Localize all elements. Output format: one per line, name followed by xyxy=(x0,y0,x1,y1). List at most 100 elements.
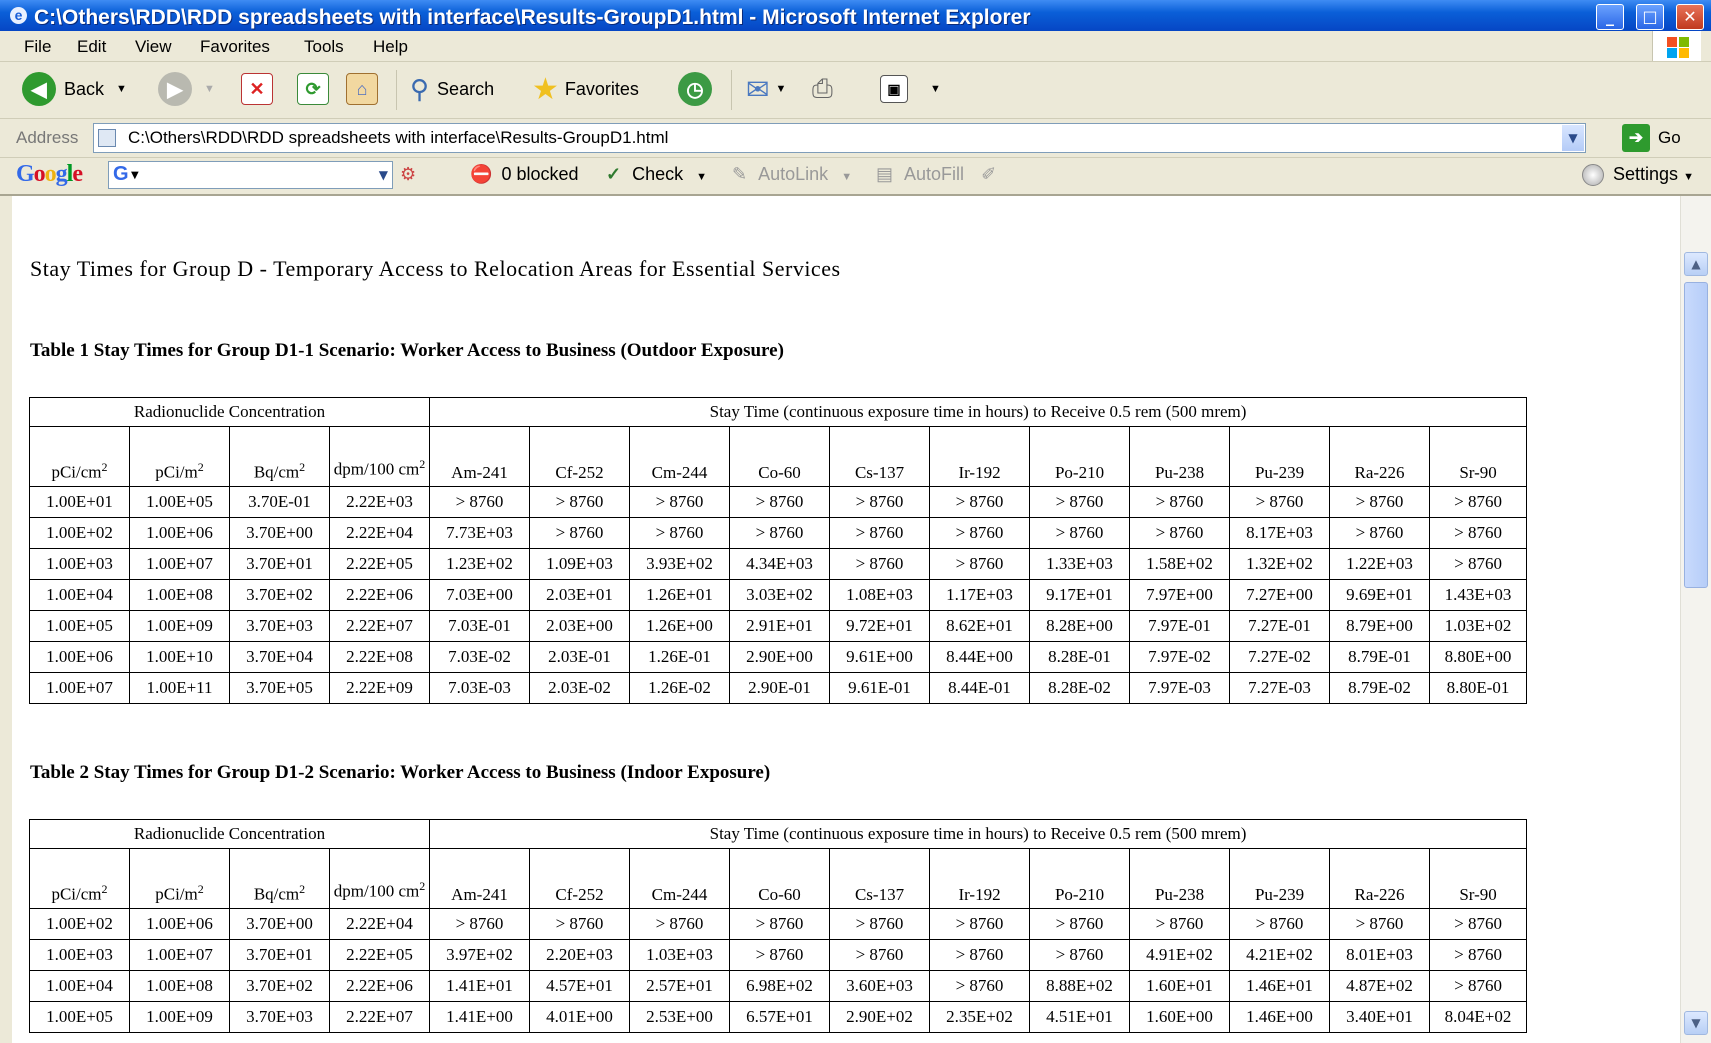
table-cell: 3.03E+02 xyxy=(729,579,831,611)
mail-dropdown-icon[interactable]: ▼ xyxy=(775,83,786,95)
unit-exponent: 2 xyxy=(101,882,108,897)
table-cell: 3.97E+02 xyxy=(429,939,531,971)
google-search-web-icon[interactable]: ⚙ xyxy=(400,164,416,185)
table-cell: > 8760 xyxy=(929,970,1031,1002)
popup-blocker-button[interactable]: ⛔ 0 blocked xyxy=(470,164,579,185)
table-cell: 2.57E+01 xyxy=(629,970,731,1002)
forward-button[interactable]: ▶ ▼ xyxy=(158,72,215,106)
spell-check-button[interactable]: ✓ Check ▼ xyxy=(606,164,707,185)
table-cell: 4.57E+01 xyxy=(529,970,631,1002)
table-cell: 1.00E+04 xyxy=(29,970,130,1002)
nuclide-header: Po-210 xyxy=(1029,848,1131,909)
table-cell: 3.70E+01 xyxy=(229,548,330,580)
stop-button[interactable]: ✕ xyxy=(241,72,273,106)
table-cell: 1.00E+10 xyxy=(129,641,230,673)
autofill-button[interactable]: ▤ AutoFill ✐ xyxy=(876,164,996,185)
go-button[interactable]: ➔ Go xyxy=(1622,123,1681,153)
menu-favorites[interactable]: Favorites xyxy=(200,37,270,57)
minimize-button[interactable]: _ xyxy=(1596,4,1624,30)
table-cell: 2.03E-02 xyxy=(529,672,631,704)
table-cell: 1.09E+03 xyxy=(529,548,631,580)
check-dropdown-icon[interactable]: ▼ xyxy=(696,171,707,183)
mail-button[interactable]: ✉ ▼ xyxy=(746,72,786,106)
nuclide-header: Co-60 xyxy=(729,848,831,909)
autolink-dropdown-icon[interactable]: ▼ xyxy=(841,171,852,183)
home-button[interactable]: ⌂ xyxy=(346,72,378,106)
table-cell: 3.70E+04 xyxy=(229,641,330,673)
favorites-star-icon: ★ xyxy=(532,72,559,106)
address-dropdown-icon[interactable]: ▼ xyxy=(1562,125,1584,151)
nuclide-header: Co-60 xyxy=(729,426,831,487)
print-button[interactable]: ⎙ xyxy=(812,72,833,106)
table-cell: 1.03E+02 xyxy=(1429,610,1528,642)
address-value: C:\Others\RDD\RDD spreadsheets with inte… xyxy=(128,128,669,147)
table-cell: 1.22E+03 xyxy=(1329,548,1431,580)
stay-times-table-1: Radionuclide Concentration Stay Time (con… xyxy=(28,397,1528,704)
table-cell: 7.73E+03 xyxy=(429,517,531,549)
scroll-up-button[interactable]: ▲ xyxy=(1684,252,1708,276)
edit-dropdown-icon[interactable]: ▼ xyxy=(930,83,941,95)
table-cell: 4.87E+02 xyxy=(1329,970,1431,1002)
google-engine-dropdown-icon[interactable]: ▼ xyxy=(131,170,139,181)
page-icon xyxy=(98,129,116,147)
unit-header: pCi/m2 xyxy=(129,848,230,909)
table-cell: 1.00E+11 xyxy=(129,672,230,704)
back-dropdown-icon[interactable]: ▼ xyxy=(116,83,127,95)
search-button[interactable]: ⚲ Search xyxy=(410,72,494,106)
table-cell: > 8760 xyxy=(929,908,1031,940)
menu-tools[interactable]: Tools xyxy=(304,37,344,57)
edit-document-icon: ▣ xyxy=(880,75,908,103)
menu-view[interactable]: View xyxy=(135,37,172,57)
favorites-button[interactable]: ★ Favorites xyxy=(532,72,639,106)
settings-label: Settings xyxy=(1613,164,1679,184)
nuclide-header: Am-241 xyxy=(429,848,531,909)
unit-header: Bq/cm2 xyxy=(229,426,330,487)
google-search-input[interactable]: G ▼ ▼ xyxy=(108,161,393,189)
unit-header: dpm/100 cm2 xyxy=(328,848,431,909)
nuclide-header: Cf-252 xyxy=(529,426,631,487)
table-cell: 3.70E+00 xyxy=(229,908,330,940)
vertical-scrollbar[interactable]: ▲ ▼ xyxy=(1680,196,1711,1043)
refresh-button[interactable]: ⟳ xyxy=(297,72,329,106)
back-label: Back xyxy=(64,78,105,99)
table-cell: 3.40E+01 xyxy=(1329,1001,1431,1033)
unit-label: Bq/cm xyxy=(253,463,300,482)
home-icon: ⌂ xyxy=(346,73,378,105)
google-settings-button[interactable]: Settings ▼ xyxy=(1582,164,1694,187)
close-button[interactable]: ✕ xyxy=(1676,4,1704,30)
unit-exponent: 2 xyxy=(419,879,426,894)
table-row: 1.00E+02 1.00E+06 3.70E+00 2.22E+04 > 8760 > … xyxy=(29,908,1528,940)
table-cell: 1.00E+09 xyxy=(129,1001,230,1033)
menu-edit[interactable]: Edit xyxy=(77,37,106,57)
google-logo[interactable]: Google xyxy=(16,161,83,188)
table-cell: 2.22E+06 xyxy=(328,579,431,611)
scroll-down-button[interactable]: ▼ xyxy=(1684,1011,1708,1035)
unit-label: Bq/cm xyxy=(253,885,300,904)
table-cell: 1.03E+03 xyxy=(629,939,731,971)
scroll-thumb[interactable] xyxy=(1684,282,1708,588)
address-input[interactable]: C:\Others\RDD\RDD spreadsheets with inte… xyxy=(93,123,1586,153)
spell-check-label: Check xyxy=(632,164,684,184)
table-row: 1.00E+07 1.00E+11 3.70E+05 2.22E+09 7.03E-03… xyxy=(29,672,1528,704)
edit-button[interactable]: ▣ ▼ xyxy=(880,72,941,106)
table-cell: > 8760 xyxy=(929,939,1031,971)
maximize-button[interactable]: □ xyxy=(1636,4,1664,30)
table-cell: > 8760 xyxy=(629,908,731,940)
google-search-dropdown-icon[interactable]: ▼ xyxy=(379,168,388,182)
table-cell: > 8760 xyxy=(1029,939,1131,971)
table-cell: > 8760 xyxy=(929,548,1031,580)
autolink-button[interactable]: ✎ AutoLink ▼ xyxy=(732,164,852,185)
menu-file[interactable]: File xyxy=(24,37,51,57)
history-button[interactable]: ◷ xyxy=(678,72,712,106)
nuclide-header: Pu-239 xyxy=(1229,848,1331,909)
table-cell: 2.22E+05 xyxy=(328,548,431,580)
table-cell: > 8760 xyxy=(729,908,831,940)
table-cell: > 8760 xyxy=(1429,548,1528,580)
table-cell: > 8760 xyxy=(529,908,631,940)
table-cell: > 8760 xyxy=(1129,486,1231,518)
table-row: 1.00E+05 1.00E+09 3.70E+03 2.22E+07 1.41E+00… xyxy=(29,1001,1528,1033)
table-cell: 1.00E+05 xyxy=(29,1001,130,1033)
spell-check-icon: ✓ xyxy=(606,164,622,184)
menu-help[interactable]: Help xyxy=(373,37,408,57)
back-button[interactable]: ◀ Back ▼ xyxy=(22,72,127,106)
